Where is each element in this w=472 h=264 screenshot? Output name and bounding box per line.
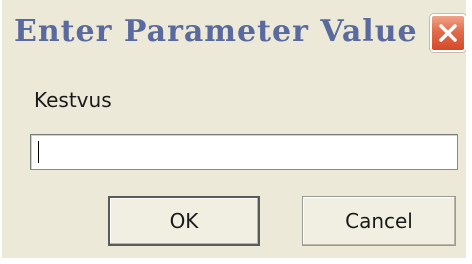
text-cursor	[38, 141, 39, 163]
close-icon	[439, 24, 457, 42]
title-bar[interactable]: Enter Parameter Value	[2, 0, 466, 68]
close-button[interactable]	[430, 14, 466, 52]
parameter-dialog: Enter Parameter Value Kestvus OK Cancel	[0, 0, 466, 258]
dialog-title: Enter Parameter Value	[14, 14, 418, 49]
parameter-label: Kestvus	[34, 88, 112, 112]
cancel-button[interactable]: Cancel	[302, 196, 456, 246]
parameter-input[interactable]	[30, 134, 458, 170]
ok-button[interactable]: OK	[108, 196, 260, 246]
